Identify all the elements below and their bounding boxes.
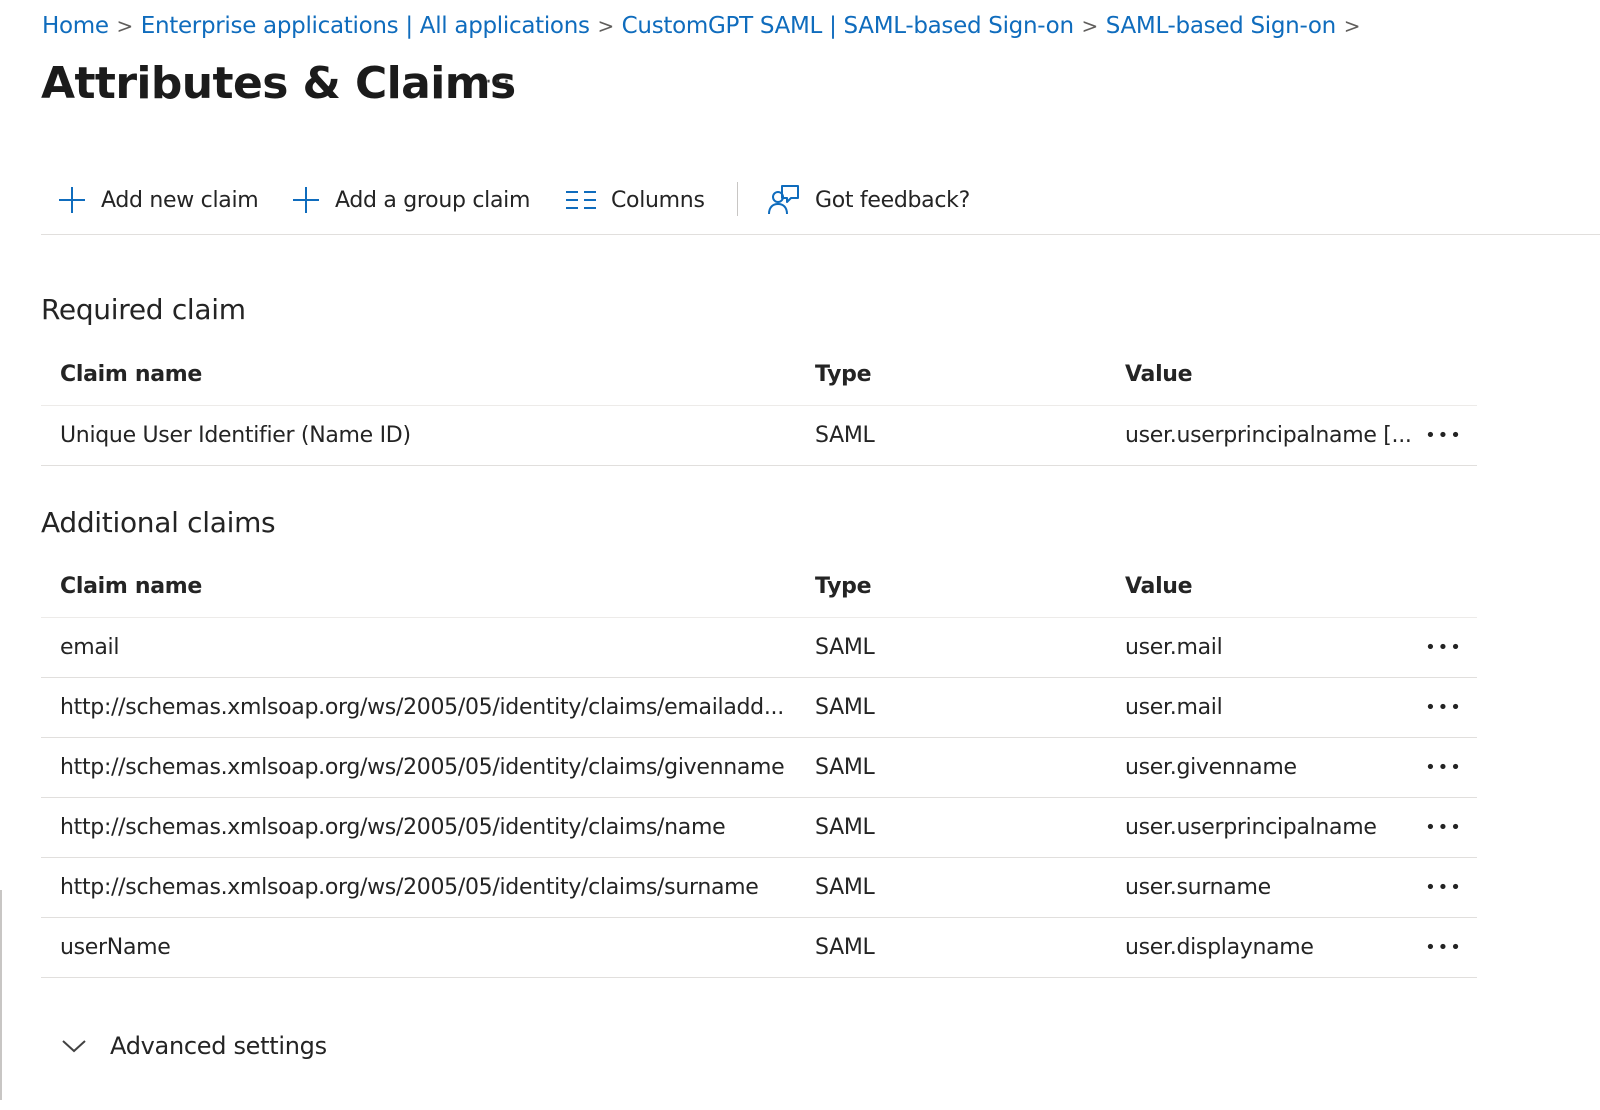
table-header-row: Claim name Type Value [41, 556, 1477, 618]
claim-type-cell: SAML [815, 635, 875, 660]
claim-type-cell: SAML [815, 695, 875, 720]
claim-name-cell: http://schemas.xmlsoap.org/ws/2005/05/id… [60, 755, 785, 780]
breadcrumb-home[interactable]: Home [42, 13, 109, 39]
column-header-type: Type [815, 574, 872, 599]
table-row[interactable]: http://schemas.xmlsoap.org/ws/2005/05/id… [41, 738, 1477, 798]
chevron-right-icon: > [1081, 14, 1099, 38]
got-feedback-label: Got feedback? [815, 187, 970, 213]
claim-type-cell: SAML [815, 815, 875, 840]
claim-name-cell: email [60, 635, 120, 660]
claim-value-cell: user.mail [1125, 695, 1223, 720]
chevron-right-icon: > [1343, 14, 1361, 38]
breadcrumb-saml-sign-on[interactable]: SAML-based Sign-on [1106, 13, 1337, 39]
advanced-settings-label: Advanced settings [110, 1032, 327, 1060]
row-more-icon[interactable]: ••• [1421, 858, 1467, 917]
table-row[interactable]: Unique User Identifier (Name ID) SAML us… [41, 406, 1477, 466]
plus-icon [293, 187, 319, 213]
panel-edge-divider [0, 890, 2, 1100]
add-group-claim-button[interactable]: Add a group claim [291, 180, 530, 220]
claim-value-cell: user.displayname [1125, 935, 1314, 960]
feedback-icon [768, 185, 799, 215]
table-row[interactable]: http://schemas.xmlsoap.org/ws/2005/05/id… [41, 798, 1477, 858]
add-group-claim-label: Add a group claim [335, 187, 531, 213]
table-header-row: Claim name Type Value [41, 344, 1477, 406]
toolbar-divider [737, 182, 738, 216]
claim-name-cell: Unique User Identifier (Name ID) [60, 423, 411, 448]
claim-value-cell: user.mail [1125, 635, 1223, 660]
breadcrumb-customgpt-saml[interactable]: CustomGPT SAML | SAML-based Sign-on [622, 13, 1074, 39]
additional-claims-table: Claim name Type Value email SAML user.ma… [41, 556, 1477, 978]
claim-type-cell: SAML [815, 755, 875, 780]
row-more-icon[interactable]: ••• [1421, 798, 1467, 857]
table-row[interactable]: http://schemas.xmlsoap.org/ws/2005/05/id… [41, 858, 1477, 918]
claim-value-cell: user.givenname [1125, 755, 1297, 780]
column-header-claim-name: Claim name [60, 362, 203, 387]
row-more-icon[interactable]: ••• [1421, 918, 1467, 977]
required-claims-table: Claim name Type Value Unique User Identi… [41, 344, 1477, 466]
row-more-icon[interactable]: ••• [1421, 738, 1467, 797]
row-more-icon[interactable]: ••• [1421, 678, 1467, 737]
advanced-settings-toggle[interactable]: Advanced settings [60, 1026, 327, 1066]
columns-button[interactable]: Columns [565, 180, 705, 220]
claim-value-cell: user.userprincipalname [... [1125, 423, 1412, 448]
claim-name-cell: http://schemas.xmlsoap.org/ws/2005/05/id… [60, 695, 784, 720]
row-more-icon[interactable]: ••• [1421, 618, 1467, 677]
row-more-icon[interactable]: ••• [1421, 406, 1467, 465]
table-row[interactable]: email SAML user.mail ••• [41, 618, 1477, 678]
claim-value-cell: user.userprincipalname [1125, 815, 1377, 840]
breadcrumb: Home > Enterprise applications | All app… [42, 10, 1368, 42]
claim-name-cell: http://schemas.xmlsoap.org/ws/2005/05/id… [60, 815, 726, 840]
claim-type-cell: SAML [815, 935, 875, 960]
claim-type-cell: SAML [815, 423, 875, 448]
breadcrumb-enterprise-applications[interactable]: Enterprise applications | All applicatio… [141, 13, 590, 39]
page-title: Attributes & Claims [41, 58, 516, 109]
add-new-claim-label: Add new claim [101, 187, 259, 213]
column-header-value: Value [1125, 362, 1193, 387]
chevron-right-icon: > [597, 14, 614, 38]
plus-icon [59, 187, 85, 213]
columns-icon [566, 191, 596, 209]
column-header-type: Type [815, 362, 872, 387]
claim-type-cell: SAML [815, 875, 875, 900]
table-row[interactable]: http://schemas.xmlsoap.org/ws/2005/05/id… [41, 678, 1477, 738]
column-header-claim-name: Claim name [60, 574, 203, 599]
required-claim-title: Required claim [41, 293, 246, 326]
chevron-down-icon [62, 1040, 86, 1053]
table-row[interactable]: userName SAML user.displayname ••• [41, 918, 1477, 978]
got-feedback-button[interactable]: Got feedback? [767, 180, 970, 220]
additional-claims-title: Additional claims [41, 506, 276, 539]
command-bar: Add new claim Add a group claim Columns … [41, 172, 1600, 235]
claim-name-cell: http://schemas.xmlsoap.org/ws/2005/05/id… [60, 875, 759, 900]
more-options-icon[interactable]: ··· [485, 70, 512, 95]
add-new-claim-button[interactable]: Add new claim [57, 180, 259, 220]
columns-label: Columns [611, 187, 705, 213]
claim-value-cell: user.surname [1125, 875, 1271, 900]
chevron-right-icon: > [116, 14, 134, 38]
claim-name-cell: userName [60, 935, 171, 960]
column-header-value: Value [1125, 574, 1193, 599]
